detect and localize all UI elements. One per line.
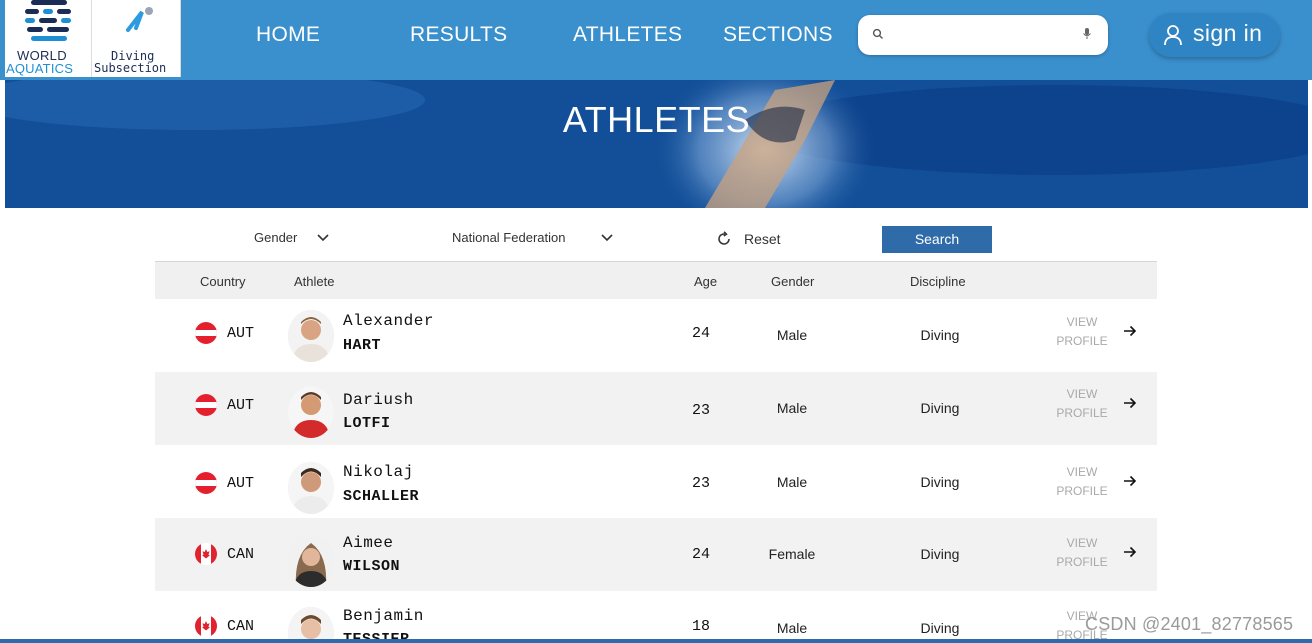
col-discipline: Discipline [910, 274, 966, 289]
athlete-age: 23 [692, 402, 711, 419]
view-label: VIEW [1066, 465, 1098, 479]
athlete-last-name[interactable]: SCHALLER [343, 488, 419, 505]
chevron-down-icon [601, 234, 613, 242]
flag-canada-icon [195, 543, 217, 565]
athlete-age: 24 [692, 546, 711, 563]
view-label: VIEW [1066, 315, 1098, 329]
sign-in-button[interactable]: sign in [1149, 13, 1280, 57]
athletes-table: Country Athlete Age Gender Discipline AU… [155, 261, 1157, 643]
flag-canada-icon [195, 615, 217, 637]
athlete-avatar [288, 535, 334, 587]
athlete-discipline: Diving [920, 546, 960, 562]
nav-results[interactable]: RESULTS [410, 23, 507, 47]
header-search-input[interactable] [858, 15, 1108, 55]
country-code: AUT [227, 397, 255, 414]
logo-area[interactable]: WORLD AQUATICS Diving Subsection [5, 0, 181, 77]
gender-filter-label: Gender [254, 230, 298, 245]
user-icon [1164, 25, 1182, 46]
profile-label: PROFILE [1056, 555, 1108, 569]
athlete-discipline: Diving [920, 620, 960, 636]
athlete-discipline: Diving [920, 400, 960, 416]
arrow-right-icon[interactable] [1123, 396, 1137, 410]
federation-filter-label: National Federation [452, 230, 566, 245]
diving-subsection-logo[interactable]: Diving Subsection [91, 0, 181, 77]
arrow-right-icon[interactable] [1123, 545, 1137, 559]
col-age: Age [694, 274, 718, 289]
flag-austria-icon [195, 394, 217, 416]
country-code: AUT [227, 475, 255, 492]
country-code: CAN [227, 618, 255, 635]
athlete-avatar [288, 462, 334, 514]
mic-icon[interactable] [1082, 27, 1092, 41]
profile-label: PROFILE [1056, 334, 1108, 348]
athlete-age: 18 [692, 618, 711, 635]
athlete-first-name[interactable]: Aimee [343, 534, 394, 552]
chevron-down-icon [317, 234, 329, 242]
table-row[interactable]: CAN Benjamin TESSIER 18 Male Diving VIEW… [155, 591, 1157, 643]
athlete-last-name[interactable]: WILSON [343, 558, 400, 575]
country-code: AUT [227, 325, 255, 342]
diver-icon [126, 7, 153, 32]
bottom-edge-bar [0, 639, 1312, 643]
athlete-discipline: Diving [920, 474, 960, 490]
athlete-gender: Female [768, 546, 816, 562]
athlete-age: 23 [692, 475, 711, 492]
athlete-first-name[interactable]: Benjamin [343, 607, 424, 625]
table-row[interactable]: AUT Alexander HART 24 Male Diving VIEW P… [155, 299, 1157, 372]
athlete-first-name[interactable]: Nikolaj [343, 463, 414, 481]
view-label: VIEW [1066, 536, 1098, 550]
athlete-avatar [288, 386, 334, 438]
athlete-gender: Male [776, 620, 808, 636]
refresh-icon [718, 231, 730, 245]
view-profile-link[interactable]: VIEW PROFILE [1051, 385, 1113, 423]
col-country: Country [200, 274, 246, 289]
view-profile-link[interactable]: VIEW PROFILE [1051, 534, 1113, 572]
gender-filter-dropdown[interactable]: Gender [254, 230, 329, 245]
nav-home[interactable]: HOME [256, 23, 320, 47]
flag-austria-icon [195, 322, 217, 344]
profile-label: PROFILE [1056, 406, 1108, 420]
athlete-avatar [288, 310, 334, 362]
view-profile-link[interactable]: VIEW PROFILE [1051, 313, 1113, 351]
athlete-gender: Male [776, 474, 808, 490]
athlete-last-name[interactable]: HART [343, 337, 381, 354]
watermark: CSDN @2401_82778565 [1085, 614, 1294, 634]
profile-label: PROFILE [1056, 484, 1108, 498]
table-header: Country Athlete Age Gender Discipline [155, 261, 1157, 299]
col-athlete: Athlete [294, 274, 335, 289]
athlete-age: 24 [692, 325, 711, 342]
top-header: WORLD AQUATICS Diving Subsection HOME RE… [0, 0, 1312, 80]
federation-filter-dropdown[interactable]: National Federation [452, 230, 613, 245]
search-icon [872, 28, 883, 39]
sign-in-label: sign in [1193, 20, 1263, 46]
athlete-discipline: Diving [920, 327, 960, 343]
col-gender: Gender [771, 274, 815, 289]
logo-text-aquatics: AQUATICS [6, 61, 74, 76]
table-row[interactable]: CAN Aimee WILSON 24 Female Diving VIEW P… [155, 518, 1157, 591]
world-aquatics-logo[interactable]: WORLD AQUATICS [5, 0, 91, 77]
table-row[interactable]: AUT Dariush LOTFI 23 Male Diving VIEW PR… [155, 372, 1157, 445]
athlete-gender: Male [776, 400, 808, 416]
view-label: VIEW [1066, 387, 1098, 401]
flag-austria-icon [195, 472, 217, 494]
hero-banner: ATHLETES [5, 80, 1308, 208]
athlete-last-name[interactable]: LOTFI [343, 415, 391, 432]
athlete-avatar [288, 607, 334, 643]
world-aquatics-mark-icon [25, 0, 71, 41]
reset-label: Reset [744, 231, 781, 247]
table-row[interactable]: AUT Nikolaj SCHALLER 23 Male Diving VIEW… [155, 445, 1157, 518]
athlete-first-name[interactable]: Alexander [343, 312, 434, 330]
nav-sections[interactable]: SECTIONS [723, 23, 833, 47]
athlete-first-name[interactable]: Dariush [343, 391, 414, 409]
nav-athletes[interactable]: ATHLETES [573, 23, 682, 47]
arrow-right-icon[interactable] [1123, 324, 1137, 338]
country-code: CAN [227, 546, 255, 563]
logo-text-subsection: Subsection [94, 61, 167, 75]
page-title: ATHLETES [562, 99, 751, 140]
athlete-gender: Male [776, 327, 808, 343]
arrow-right-icon[interactable] [1123, 474, 1137, 488]
view-profile-link[interactable]: VIEW PROFILE [1051, 463, 1113, 501]
search-button[interactable]: Search [882, 226, 992, 253]
